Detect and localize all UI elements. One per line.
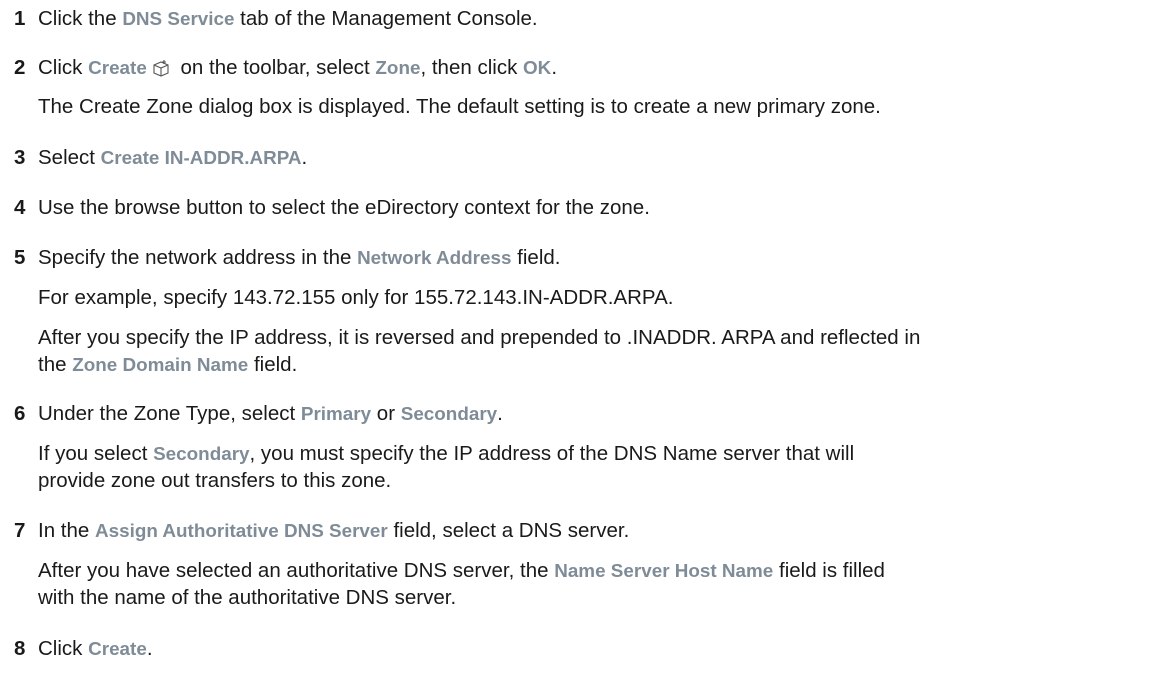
step-7: 7 In the Assign Authoritative DNS Server… [14, 518, 1167, 544]
step-7-note-line2: with the name of the authoritative DNS s… [38, 586, 457, 609]
step-number: 8 [14, 637, 26, 660]
step-7-note-line1: After you have selected an authoritative… [38, 559, 885, 582]
ui-term: Secondary [400, 403, 498, 424]
ui-term: OK [523, 57, 552, 78]
step-number: 7 [14, 519, 26, 542]
document-page: 1 Click the DNS Service tab of the Manag… [0, 0, 1175, 700]
step-2-note: The Create Zone dialog box is displayed.… [38, 95, 881, 118]
step-text: Click Create. [38, 637, 153, 660]
step-text: Click the DNS Service tab of the Managem… [38, 7, 538, 30]
ui-term: DNS Service [122, 8, 235, 29]
step-number: 3 [14, 146, 26, 169]
ui-term: Create IN-ADDR.ARPA [100, 147, 302, 168]
step-5-note-line2: the Zone Domain Name field. [38, 353, 298, 376]
ui-term: Create [88, 57, 147, 78]
step-5: 5 Specify the network address in the Net… [14, 245, 1167, 271]
step-text: Use the browse button to select the eDir… [38, 196, 650, 219]
step-number: 5 [14, 246, 26, 269]
step-text: Under the Zone Type, select Primary or S… [38, 402, 503, 425]
step-2: 2 Click Create on the toolbar, select Zo… [14, 55, 1167, 81]
step-6-note-line2: provide zone out transfers to this zone. [38, 469, 392, 492]
step-4: 4 Use the browse button to select the eD… [14, 195, 1167, 221]
ui-term: Assign Authoritative DNS Server [95, 520, 388, 541]
step-text: Select Create IN-ADDR.ARPA. [38, 146, 308, 169]
step-number: 4 [14, 196, 26, 219]
ui-term: Zone [375, 57, 421, 78]
step-1: 1 Click the DNS Service tab of the Manag… [14, 6, 1167, 32]
step-5-example: For example, specify 143.72.155 only for… [38, 286, 674, 309]
step-number: 2 [14, 56, 26, 79]
ui-term: Network Address [357, 247, 512, 268]
step-3: 3 Select Create IN-ADDR.ARPA. [14, 145, 1167, 171]
step-6-note-line1: If you select Secondary, you must specif… [38, 442, 855, 465]
ui-term: Zone Domain Name [72, 354, 249, 375]
step-text: In the Assign Authoritative DNS Server f… [38, 519, 630, 542]
ui-term: Secondary [153, 443, 250, 464]
create-cube-icon [151, 58, 171, 77]
step-number: 6 [14, 402, 26, 425]
step-text: Click Create on the toolbar, select Zone… [38, 56, 558, 79]
ui-term: Name Server Host Name [554, 560, 774, 581]
step-6: 6 Under the Zone Type, select Primary or… [14, 401, 1167, 427]
ui-term: Primary [300, 403, 372, 424]
ui-term: Create [88, 638, 147, 659]
step-5-note-line1: After you specify the IP address, it is … [38, 326, 921, 349]
step-number: 1 [14, 7, 26, 30]
step-8: 8 Click Create. [14, 636, 1167, 662]
step-text: Specify the network address in the Netwo… [38, 246, 561, 269]
